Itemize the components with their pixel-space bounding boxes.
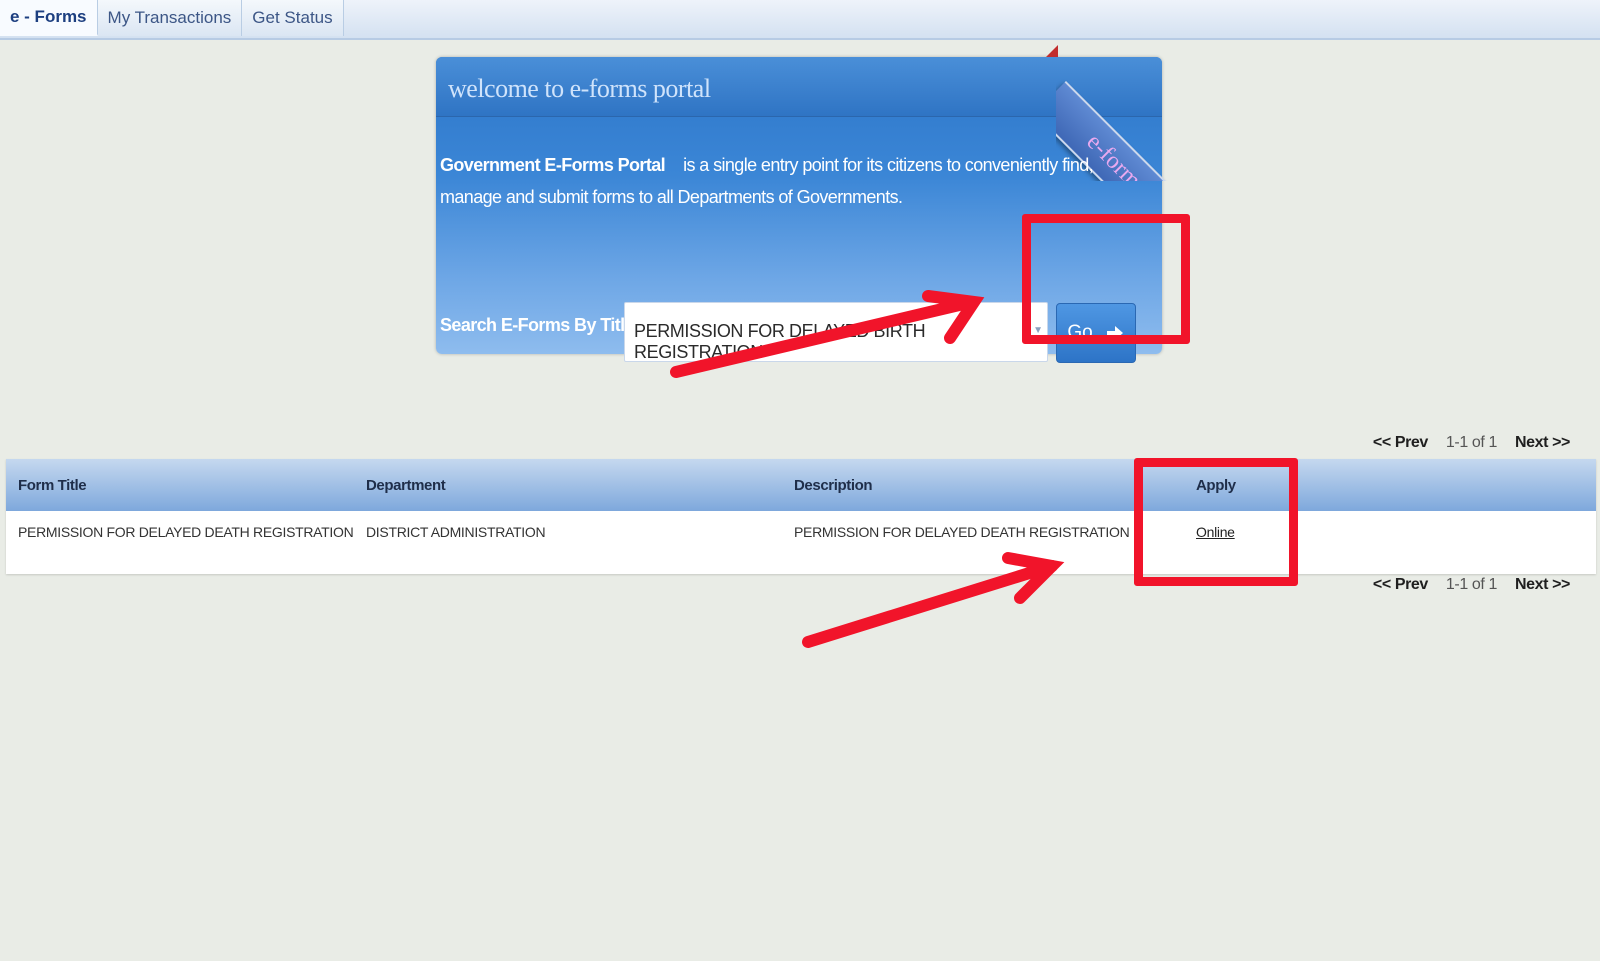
tab-get-status[interactable]: Get Status — [242, 0, 344, 36]
cell-description: PERMISSION FOR DELAYED DEATH REGISTRATIO… — [794, 524, 1130, 540]
highlight-box-go — [1022, 214, 1190, 344]
page-count-top: 1-1 of 1 — [1445, 434, 1497, 451]
top-tab-bar: e - Forms My Transactions Get Status — [0, 0, 1600, 40]
next-link-top[interactable]: Next >> — [1515, 434, 1570, 452]
search-input-value: PERMISSION FOR DELAYED BIRTH REGISTRATIO… — [634, 321, 926, 362]
welcome-panel-header: welcome to e-forms portal — [436, 57, 1162, 117]
page-count-bottom: 1-1 of 1 — [1445, 576, 1497, 593]
prev-link-top[interactable]: << Prev — [1373, 434, 1428, 452]
col-description: Description — [794, 477, 873, 494]
pager-bottom: << Prev 1-1 of 1 Next >> — [1373, 576, 1571, 594]
portal-intro-name: Government E-Forms Portal — [440, 155, 666, 175]
search-input[interactable]: PERMISSION FOR DELAYED BIRTH REGISTRATIO… — [624, 302, 1048, 362]
tab-my-transactions[interactable]: My Transactions — [97, 0, 243, 36]
next-link-bottom[interactable]: Next >> — [1515, 576, 1570, 594]
results-table-header: Form Title Department Description Apply — [6, 459, 1596, 511]
pager-top: << Prev 1-1 of 1 Next >> — [1373, 434, 1571, 452]
results-table: Form Title Department Description Apply … — [6, 459, 1596, 574]
portal-intro: Government E-Forms Portal is a single ent… — [440, 149, 1140, 213]
cell-form-title: PERMISSION FOR DELAYED DEATH REGISTRATIO… — [18, 524, 354, 540]
col-department: Department — [366, 477, 446, 494]
prev-link-bottom[interactable]: << Prev — [1373, 576, 1428, 594]
welcome-title: welcome to e-forms portal — [448, 74, 711, 103]
search-label: Search E-Forms By Title : — [440, 315, 644, 335]
highlight-box-online — [1134, 458, 1298, 586]
tab-e-forms[interactable]: e - Forms — [0, 0, 98, 36]
cell-department: DISTRICT ADMINISTRATION — [366, 524, 546, 540]
col-form-title: Form Title — [18, 477, 87, 494]
